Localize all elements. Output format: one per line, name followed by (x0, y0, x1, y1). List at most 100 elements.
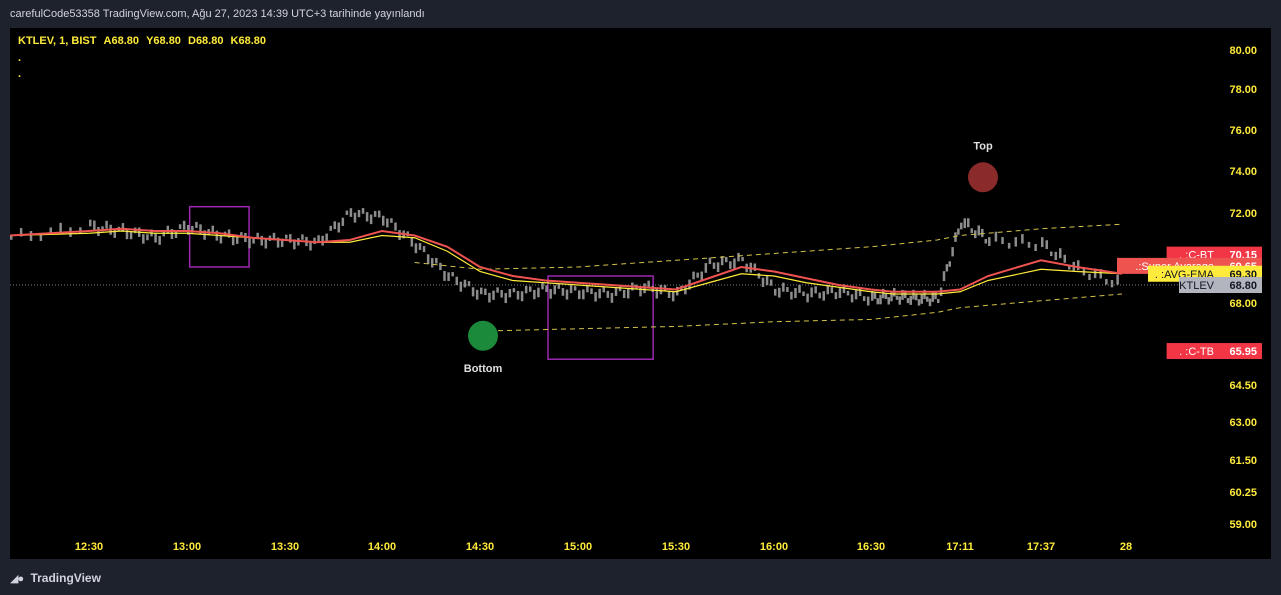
price-bar (484, 288, 487, 295)
price-bar (782, 282, 785, 292)
price-bar (410, 237, 414, 247)
y-tick-label: 74.00 (1229, 166, 1257, 178)
price-bar (512, 288, 516, 293)
price-bar (948, 261, 951, 267)
price-bar (942, 271, 946, 282)
price-bar (967, 218, 970, 228)
price-bar (1054, 251, 1057, 260)
price-bar (614, 287, 618, 296)
price-bar (321, 235, 324, 246)
price-tag-name: KTLEV (1179, 280, 1215, 292)
price-bar (988, 237, 991, 246)
price-bar (459, 281, 463, 292)
price-bar (895, 295, 899, 300)
price-bar (806, 293, 809, 303)
x-tick-label: 15:30 (662, 541, 690, 553)
price-bar (692, 271, 695, 280)
price-bar (248, 238, 251, 249)
price-bar (1014, 237, 1018, 247)
price-bar (582, 289, 585, 300)
price-bar (394, 222, 397, 231)
bottom-marker (468, 320, 498, 351)
price-bar (854, 289, 858, 300)
price-bar (704, 263, 708, 273)
price-bar (790, 291, 793, 300)
price-bar (451, 272, 454, 277)
price-bar (1063, 254, 1066, 263)
y-tick-label: 68.00 (1229, 298, 1257, 310)
tradingview-brand: ◢● TradingView (10, 571, 101, 585)
price-bar (937, 298, 940, 304)
y-tick-label: 59.00 (1229, 519, 1257, 531)
price-bar (873, 292, 877, 299)
price-bar (496, 287, 499, 293)
price-bar (890, 291, 893, 302)
y-tick-label: 72.00 (1229, 208, 1257, 220)
price-bar (301, 234, 304, 240)
price-bar (471, 287, 475, 297)
price-bar (898, 296, 901, 305)
price-bar (349, 208, 353, 217)
price-bar (671, 291, 675, 302)
price-bar (1027, 241, 1031, 248)
price-bar (386, 218, 389, 228)
price-bar (647, 280, 650, 288)
x-tick-label: 13:00 (173, 541, 201, 553)
price-bar (390, 218, 393, 223)
y-tick-label: 60.25 (1229, 487, 1257, 499)
price-bar (954, 232, 957, 242)
price-bar (549, 288, 552, 299)
price-bar (59, 222, 62, 233)
price-bar (1034, 243, 1037, 252)
price-bar (984, 238, 988, 244)
top-marker (968, 162, 998, 193)
price-bar (361, 208, 365, 214)
channel-lower-line (479, 293, 1123, 332)
price-bar (606, 290, 610, 298)
x-tick-label: 17:37 (1027, 541, 1055, 553)
price-tag-value: 65.95 (1229, 346, 1257, 358)
price-bar (794, 288, 797, 299)
price-bar (846, 290, 850, 296)
price-bar (716, 262, 720, 273)
y-tick-label: 80.00 (1229, 45, 1257, 57)
x-tick-label: 15:00 (564, 541, 592, 553)
price-bar (422, 246, 426, 253)
price-bar (431, 258, 434, 268)
price-bar (182, 220, 186, 230)
price-bar (741, 257, 744, 262)
price-bar (737, 252, 740, 262)
price-bar (345, 210, 349, 215)
price-bar (1007, 242, 1011, 249)
price-bar (963, 218, 967, 229)
price-bar (561, 287, 565, 296)
price-bar (926, 296, 929, 302)
price-bar (909, 295, 912, 305)
price-bar (365, 212, 369, 222)
price-bar (1116, 274, 1119, 285)
price-bar (557, 283, 561, 289)
price-bar (1059, 248, 1062, 259)
price-tag-value: 68.80 (1229, 280, 1257, 292)
price-bar (455, 276, 458, 286)
x-tick-label: 14:00 (368, 541, 396, 553)
price-bar (573, 286, 577, 291)
tradingview-brand-text: TradingView (30, 571, 101, 585)
price-bar (957, 228, 960, 235)
price-bar (129, 232, 133, 240)
price-bar (414, 243, 418, 254)
price-bar (79, 227, 82, 234)
price-bar (369, 214, 373, 225)
price-bar (761, 277, 765, 287)
price-bar (1041, 237, 1044, 248)
price-bar (876, 298, 879, 305)
price-bar (475, 289, 479, 300)
price-bar (516, 290, 520, 300)
price-bar (545, 285, 548, 293)
price-bar (850, 294, 854, 303)
price-bar (862, 296, 866, 301)
price-bar (537, 287, 540, 298)
price-bar (329, 225, 332, 231)
price-bar (786, 287, 789, 292)
price-bar (915, 293, 918, 301)
